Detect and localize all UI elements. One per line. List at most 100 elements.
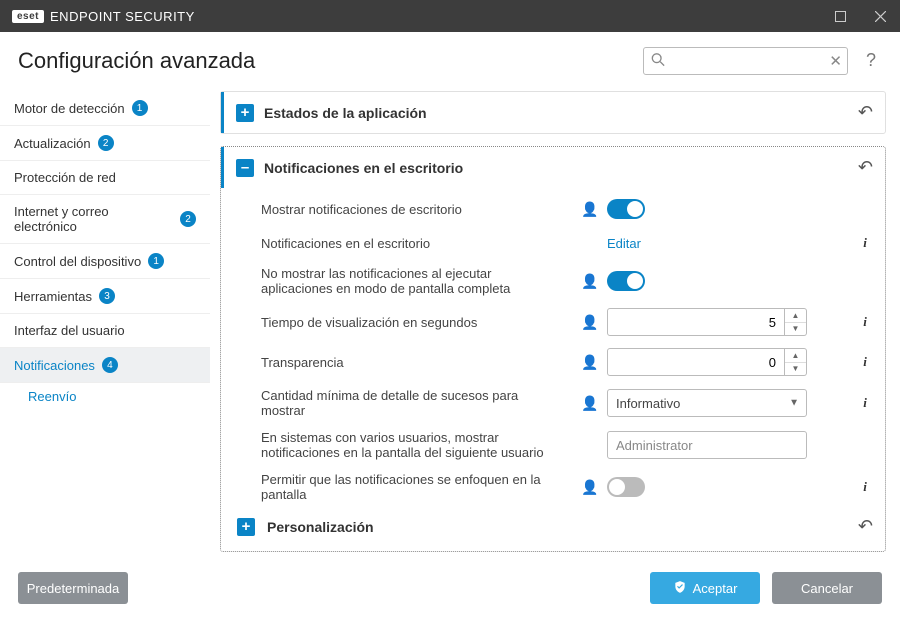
button-label: Aceptar [693, 581, 738, 596]
sidebar-item-label: Internet y correo electrónico [14, 204, 173, 234]
chevron-up-icon[interactable]: ▲ [785, 349, 806, 363]
sidebar-subitem-forwarding[interactable]: Reenvío [0, 383, 210, 410]
timeout-input[interactable] [607, 308, 785, 336]
toggle-show-notifications[interactable] [607, 199, 645, 219]
multiuser-input[interactable] [607, 431, 807, 459]
transparency-spinner[interactable]: ▲▼ [785, 348, 807, 376]
transparency-input[interactable] [607, 348, 785, 376]
sidebar: Motor de detección 1 Actualización 2 Pro… [0, 85, 210, 560]
brand-box: eset [12, 10, 44, 23]
toggle-allow-focus[interactable] [607, 477, 645, 497]
row-show-desktop-notifications: Mostrar notificaciones de escritorio 👤 [221, 192, 885, 226]
section-desktop-notifications: – Notificaciones en el escritorio ↶ Most… [220, 146, 886, 552]
sidebar-item-label: Notificaciones [14, 358, 95, 373]
row-transparency: Transparencia 👤 ▲▼ i [221, 342, 885, 382]
sidebar-item-update[interactable]: Actualización 2 [0, 126, 210, 161]
row-label: Mostrar notificaciones de escritorio [261, 202, 571, 217]
expand-icon: + [236, 104, 254, 122]
expand-icon: + [237, 518, 255, 536]
toggle-fullscreen-suppress[interactable] [607, 271, 645, 291]
button-label: Predeterminada [27, 581, 120, 596]
chevron-down-icon[interactable]: ▼ [785, 323, 806, 336]
page-title: Configuración avanzada [18, 48, 631, 74]
button-label: Cancelar [801, 581, 853, 596]
window-close[interactable] [860, 0, 900, 32]
row-min-verbosity: Cantidad mínima de detalle de sucesos pa… [221, 382, 885, 424]
section-app-states: + Estados de la aplicación ↶ [220, 91, 886, 134]
badge: 2 [98, 135, 114, 151]
revert-icon[interactable]: ↶ [858, 157, 873, 178]
timeout-spinner[interactable]: ▲▼ [785, 308, 807, 336]
row-display-timeout: Tiempo de visualización en segundos 👤 ▲▼… [221, 302, 885, 342]
person-icon: 👤 [581, 395, 597, 412]
person-icon: 👤 [581, 201, 597, 218]
row-label: Cantidad mínima de detalle de sucesos pa… [261, 388, 571, 418]
search-icon [651, 52, 665, 69]
chevron-down-icon[interactable]: ▼ [785, 363, 806, 376]
info-icon[interactable]: i [857, 354, 873, 370]
titlebar: eset ENDPOINT SECURITY [0, 0, 900, 32]
shield-icon [673, 580, 687, 597]
badge: 3 [99, 288, 115, 304]
brand: eset ENDPOINT SECURITY [12, 9, 195, 24]
product-name: ENDPOINT SECURITY [50, 9, 195, 24]
help-button[interactable]: ? [860, 46, 882, 75]
main-content: + Estados de la aplicación ↶ – Notificac… [210, 85, 900, 560]
person-icon: 👤 [581, 273, 597, 290]
section-title: Notificaciones en el escritorio [264, 160, 848, 176]
info-icon[interactable]: i [857, 479, 873, 495]
sidebar-item-tools[interactable]: Herramientas 3 [0, 279, 210, 314]
info-icon[interactable]: i [857, 235, 873, 251]
sidebar-item-user-interface[interactable]: Interfaz del usuario [0, 314, 210, 348]
row-configure-notifications: Notificaciones en el escritorio Editar i [221, 226, 885, 260]
info-icon[interactable]: i [857, 395, 873, 411]
badge: 2 [180, 211, 196, 227]
subsection-title: Personalización [267, 519, 846, 535]
search-input[interactable] [643, 47, 848, 75]
info-icon[interactable]: i [857, 314, 873, 330]
row-multiuser-display: En sistemas con varios usuarios, mostrar… [221, 424, 885, 466]
badge: 1 [148, 253, 164, 269]
sidebar-item-label: Control del dispositivo [14, 254, 141, 269]
sidebar-item-label: Actualización [14, 136, 91, 151]
subsection-customization[interactable]: + Personalización ↶ [221, 508, 885, 545]
sidebar-item-network-protection[interactable]: Protección de red [0, 161, 210, 195]
revert-icon[interactable]: ↶ [858, 516, 873, 537]
clear-icon[interactable]: ✕ [829, 52, 842, 70]
badge: 1 [132, 100, 148, 116]
cancel-button[interactable]: Cancelar [772, 572, 882, 604]
chevron-up-icon[interactable]: ▲ [785, 309, 806, 323]
collapse-icon: – [236, 159, 254, 177]
sidebar-item-notifications[interactable]: Notificaciones 4 [0, 348, 210, 383]
section-header-app-states[interactable]: + Estados de la aplicación ↶ [221, 92, 885, 133]
min-verbosity-select[interactable] [607, 389, 807, 417]
search-field[interactable]: ✕ [643, 47, 848, 75]
sidebar-item-detection-engine[interactable]: Motor de detección 1 [0, 91, 210, 126]
person-icon: 👤 [581, 314, 597, 331]
revert-icon[interactable]: ↶ [858, 102, 873, 123]
row-allow-focus: Permitir que las notificaciones se enfoq… [221, 466, 885, 508]
sidebar-item-label: Protección de red [14, 170, 116, 185]
accept-button[interactable]: Aceptar [650, 572, 760, 604]
default-button[interactable]: Predeterminada [18, 572, 128, 604]
section-header-desktop-notifications[interactable]: – Notificaciones en el escritorio ↶ [221, 147, 885, 188]
row-label: Permitir que las notificaciones se enfoq… [261, 472, 571, 502]
row-label: Notificaciones en el escritorio [261, 236, 571, 251]
sidebar-item-label: Interfaz del usuario [14, 323, 125, 338]
row-fullscreen-suppress: No mostrar las notificaciones al ejecuta… [221, 260, 885, 302]
sidebar-item-label: Motor de detección [14, 101, 125, 116]
section-title: Estados de la aplicación [264, 105, 848, 121]
edit-link[interactable]: Editar [607, 236, 641, 251]
person-icon: 👤 [581, 354, 597, 371]
footer: Predeterminada Aceptar Cancelar [0, 560, 900, 620]
row-label: No mostrar las notificaciones al ejecuta… [261, 266, 571, 296]
row-label: En sistemas con varios usuarios, mostrar… [261, 430, 571, 460]
sidebar-item-device-control[interactable]: Control del dispositivo 1 [0, 244, 210, 279]
window-maximize[interactable] [820, 0, 860, 32]
window-minimize-placeholder [780, 0, 820, 32]
header: Configuración avanzada ✕ ? [0, 32, 900, 85]
sidebar-item-label: Herramientas [14, 289, 92, 304]
row-label: Transparencia [261, 355, 571, 370]
sidebar-item-web-email[interactable]: Internet y correo electrónico 2 [0, 195, 210, 244]
badge: 4 [102, 357, 118, 373]
